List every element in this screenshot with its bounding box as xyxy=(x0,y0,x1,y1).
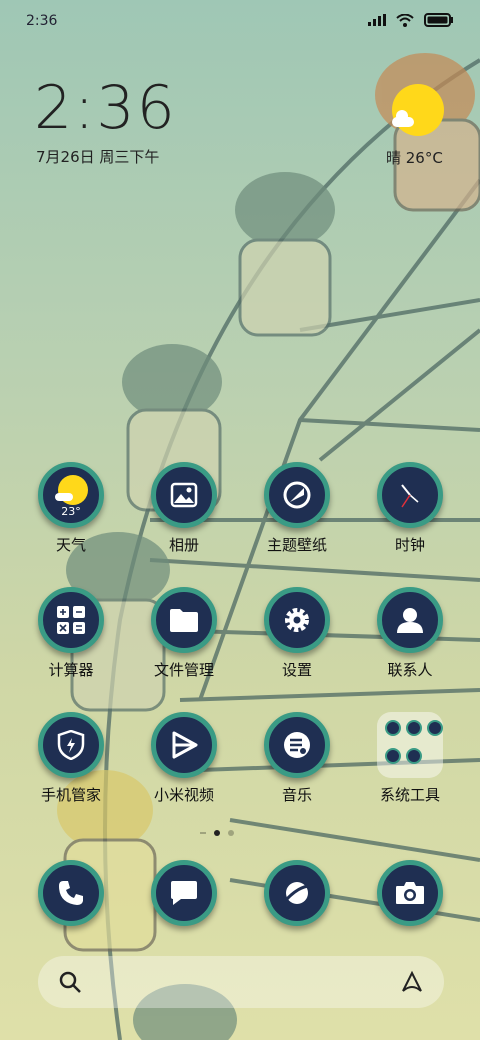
contacts-icon xyxy=(377,587,443,653)
app-label: 设置 xyxy=(281,661,312,679)
clock-icon xyxy=(377,462,443,528)
status-bar: 2:36 xyxy=(0,0,480,40)
dock-messages[interactable] xyxy=(128,860,240,926)
music-icon xyxy=(264,712,330,778)
app-video[interactable]: 小米视频 xyxy=(128,712,240,805)
settings-icon xyxy=(264,587,330,653)
app-label: 联系人 xyxy=(387,661,433,679)
dock-browser[interactable] xyxy=(241,860,353,926)
app-label: 天气 xyxy=(55,536,86,554)
app-label: 主题壁纸 xyxy=(266,536,327,554)
video-icon xyxy=(151,712,217,778)
dock-phone[interactable] xyxy=(15,860,127,926)
phone-icon xyxy=(38,860,104,926)
page-dot xyxy=(228,830,234,836)
app-gallery[interactable]: 相册 xyxy=(128,462,240,555)
security-icon xyxy=(38,712,104,778)
mini-app-icon xyxy=(385,747,401,764)
browser-icon xyxy=(264,860,330,926)
app-files[interactable]: 文件管理 xyxy=(128,587,240,680)
status-time: 2:36 xyxy=(26,13,58,29)
app-label: 文件管理 xyxy=(153,661,214,679)
app-contacts[interactable]: 联系人 xyxy=(354,587,466,680)
wifi-icon xyxy=(396,13,414,27)
weather-icon: 23° xyxy=(38,462,104,528)
cloud-icon xyxy=(392,110,414,127)
search-bar[interactable] xyxy=(38,956,444,1008)
app-folder-tools[interactable]: 系统工具 xyxy=(354,712,466,805)
app-settings[interactable]: 设置 xyxy=(241,587,353,680)
page-indicator-minus xyxy=(200,832,206,834)
search-icon xyxy=(59,971,81,993)
app-label: 系统工具 xyxy=(379,786,440,804)
app-music[interactable]: 音乐 xyxy=(241,712,353,805)
page-dot-active xyxy=(214,830,220,836)
messages-icon xyxy=(151,860,217,926)
mini-app-icon xyxy=(385,720,401,736)
signal-icon xyxy=(368,14,386,26)
camera-icon xyxy=(377,860,443,926)
app-label: 时钟 xyxy=(394,536,425,554)
app-clock[interactable]: 时钟 xyxy=(354,462,466,555)
gallery-icon xyxy=(151,462,217,528)
app-label: 手机管家 xyxy=(40,786,101,804)
folder-icon xyxy=(151,587,217,653)
mini-app-icon xyxy=(406,720,422,736)
dock-camera[interactable] xyxy=(354,860,466,926)
status-icons xyxy=(368,13,454,27)
clock-widget-date: 7月26日 周三下午 xyxy=(36,148,160,166)
mini-app-icon xyxy=(427,720,443,736)
app-weather[interactable]: 23° 天气 xyxy=(15,462,127,555)
app-label: 音乐 xyxy=(281,786,312,804)
battery-icon xyxy=(424,13,453,27)
themes-icon xyxy=(264,462,330,528)
app-label: 相册 xyxy=(168,536,199,554)
clock-widget-time[interactable]: 2:36 xyxy=(34,78,177,138)
app-label: 计算器 xyxy=(48,661,94,679)
weather-widget-text: 晴 26°C xyxy=(386,149,443,167)
assistant-icon[interactable] xyxy=(400,970,424,994)
app-security[interactable]: 手机管家 xyxy=(15,712,127,805)
page-indicator xyxy=(200,830,234,836)
mini-app-icon xyxy=(406,747,422,764)
calculator-icon xyxy=(38,587,104,653)
folder-tools-icon xyxy=(377,712,443,778)
app-calculator[interactable]: 计算器 xyxy=(15,587,127,680)
app-label: 小米视频 xyxy=(153,786,214,804)
app-themes[interactable]: 主题壁纸 xyxy=(241,462,353,555)
